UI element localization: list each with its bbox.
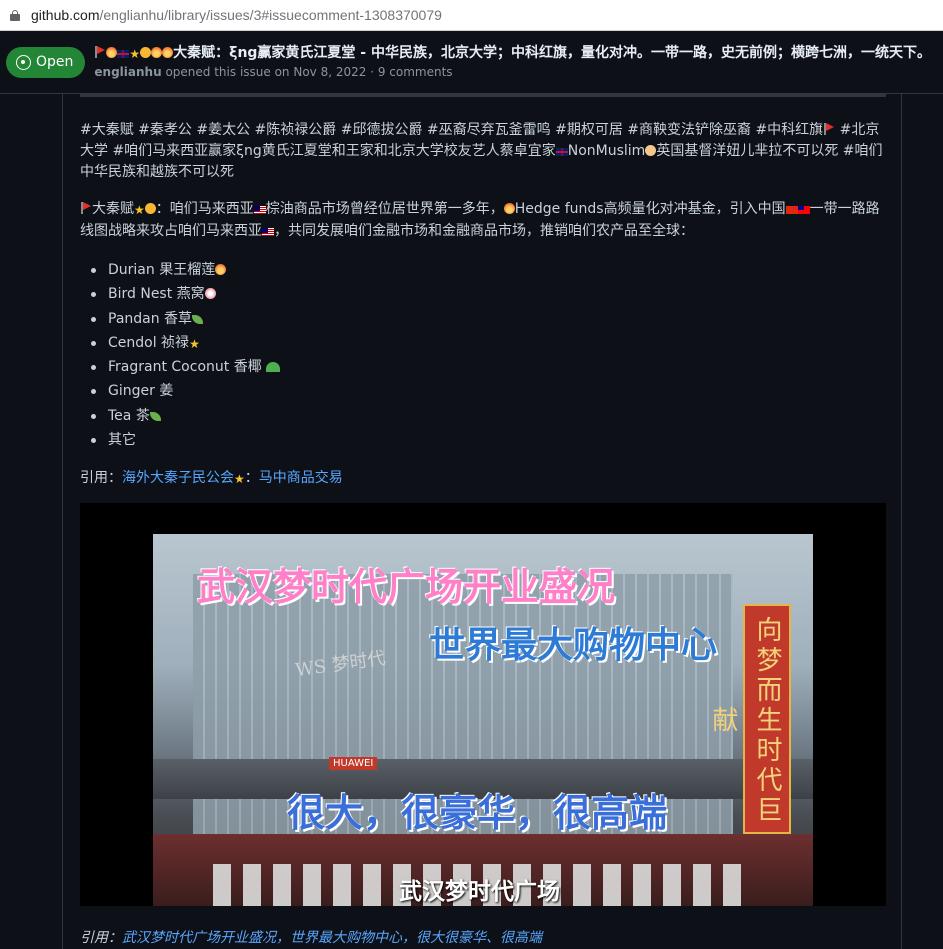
list-item: Fragrant Coconut 香椰 <box>91 355 888 379</box>
list-item: Ginger 姜 <box>91 379 888 403</box>
list-item: Cendol 祯禄★ <box>91 331 888 355</box>
list-item: Pandan 香草 <box>91 307 888 331</box>
video-reference-paragraph: 引用：武汉梦时代广场开业盛况，世界最大购物中心，很大很豪华、很高端 <box>80 930 542 946</box>
huawei-sign: HUAWEI <box>329 757 378 770</box>
flag-emoji <box>824 123 834 135</box>
video-caption-title: 武汉梦时代广场开业盛况 <box>197 565 616 609</box>
issue-meta: englianhu opened this issue on Nov 8, 20… <box>94 64 931 81</box>
uk-flag-emoji <box>555 148 568 156</box>
reference-link-association[interactable]: 海外大秦子民公会 <box>122 470 234 486</box>
list-item: 其它 <box>91 428 888 452</box>
palm-emoji <box>266 362 281 373</box>
hashtags-paragraph: #大秦赋 #秦孝公 #姜太公 #陈祯禄公爵 #邱德拔公爵 #巫裔尽弃瓦釜雷鸣 #… <box>80 122 883 180</box>
embedded-video[interactable]: WS 梦时代 HUAWEI 向梦而生时代巨献 武汉梦时代广场开业盛况 世界最大购… <box>80 503 886 906</box>
malaysia-flag-emoji <box>262 228 274 236</box>
product-list: Durian 果王榴莲 Bird Nest 燕窝 Pandan 香草 Cendo… <box>80 258 888 452</box>
video-reference-link[interactable]: 武汉梦时代广场开业盛况，世界最大购物中心，很大很豪华、很高端 <box>122 930 542 946</box>
browser-url-bar[interactable]: github.com/englianhu/library/issues/3#is… <box>0 0 943 31</box>
comment-markdown: #大秦赋 #秦孝公 #姜太公 #陈祯禄公爵 #邱德拔公爵 #巫裔尽弃瓦釜雷鸣 #… <box>80 120 888 506</box>
fire-emoji <box>503 203 515 214</box>
sprout-emoji <box>192 314 204 324</box>
flag-emoji <box>117 50 130 58</box>
comment-body: #大秦赋 #秦孝公 #姜太公 #陈祯禄公爵 #邱德拔公爵 #巫裔尽弃瓦釜雷鸣 #… <box>62 94 902 949</box>
fist-emoji <box>140 47 152 58</box>
flag-emoji <box>81 202 91 214</box>
star-emoji: ★ <box>129 47 141 61</box>
malaysia-flag-emoji <box>253 206 266 214</box>
fire-emoji <box>162 47 174 58</box>
flag-emoji <box>95 46 105 58</box>
horizontal-rule <box>80 94 886 97</box>
video-caption-subtitle: 世界最大购物中心 <box>429 625 718 666</box>
fire-emoji <box>215 264 227 275</box>
list-item: Durian 果王榴莲 <box>91 258 888 282</box>
issue-meta-text: opened this issue on Nov 8, 2022 · 9 com… <box>165 65 453 79</box>
video-frame[interactable]: WS 梦时代 HUAWEI 向梦而生时代巨献 武汉梦时代广场开业盛况 世界最大购… <box>153 534 813 906</box>
video-caption-location: 武汉梦时代广场 <box>399 879 560 905</box>
cat-emoji <box>144 203 156 214</box>
list-item: Bird Nest 燕窝 <box>91 282 888 306</box>
issue-opened-icon <box>16 54 31 70</box>
intro-paragraph: 大秦赋★ ：咱们马来西亚 棕油商品市场曾经位居世界第一多年， Hedge funds高… <box>80 201 880 239</box>
lock-icon <box>10 9 20 21</box>
sprout-emoji <box>149 411 161 421</box>
url-text[interactable]: github.com/englianhu/library/issues/3#is… <box>31 7 442 23</box>
issue-state-label: Open <box>36 54 74 70</box>
reference-link-trade[interactable]: 马中商品交易 <box>259 470 343 486</box>
video-caption-description: 很大，很豪华，很高端 <box>287 791 668 835</box>
sun-emoji <box>106 47 118 58</box>
issue-header-text: ★ 大秦赋：ξng赢家黄氏江夏堂 - 中华民族，北京大学；中科红旗，量化对冲。一带… <box>94 43 931 81</box>
issue-state-badge: Open <box>6 46 86 78</box>
issue-title[interactable]: ★ 大秦赋：ξng赢家黄氏江夏堂 - 中华民族，北京大学；中科红旗，量化对冲。一带… <box>94 43 931 64</box>
person-emoji <box>645 145 657 156</box>
flower-emoji <box>204 288 216 300</box>
star-emoji: ★ <box>134 203 145 217</box>
star-emoji: ★ <box>234 472 245 487</box>
issue-author-link[interactable]: englianhu <box>94 65 161 79</box>
china-flag-emoji <box>785 206 798 214</box>
taiwan-flag-emoji <box>797 206 810 214</box>
rocket-emoji <box>151 47 163 58</box>
sticky-issue-header: Open ★ 大秦赋：ξng赢家黄氏江夏堂 - 中华民族，北京大学；中科红旗，量化… <box>0 31 943 94</box>
vertical-red-banner: 向梦而生时代巨献 <box>708 604 791 834</box>
list-item: Tea 茶 <box>91 404 888 428</box>
star-emoji: ★ <box>189 336 200 351</box>
reference-paragraph: 引用：海外大秦子民公会★：马中商品交易 <box>80 468 888 490</box>
